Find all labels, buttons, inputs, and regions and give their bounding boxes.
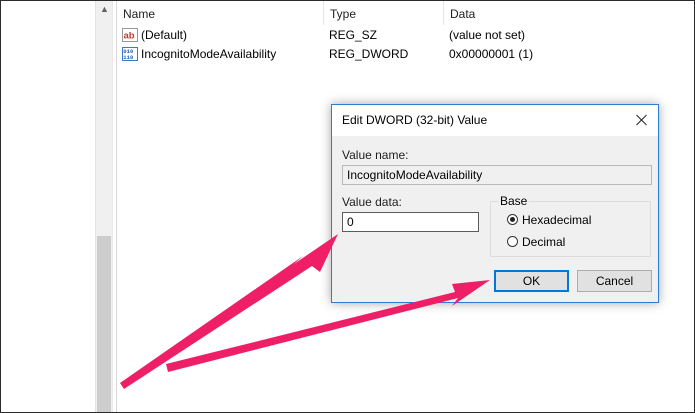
value-data-label: Value data: [342, 195, 402, 209]
binary-value-icon: 010 110 [122, 47, 138, 61]
base-groupbox [490, 201, 651, 257]
list-item[interactable]: 010 110 IncognitoModeAvailability REG_DW… [117, 45, 695, 64]
value-data: 0x00000001 (1) [449, 47, 534, 61]
tree-vertical-scrollbar[interactable]: ▲ [95, 0, 112, 413]
dialog-title: Edit DWORD (32-bit) Value [342, 113, 488, 127]
column-header-data[interactable]: Data [443, 0, 695, 25]
registry-tree-pane [0, 0, 95, 413]
scroll-up-arrow-icon[interactable]: ▲ [96, 4, 113, 14]
dialog-close-button[interactable] [626, 105, 658, 136]
column-header-name[interactable]: Name [117, 0, 323, 25]
value-type: REG_SZ [329, 28, 378, 42]
svg-text:ab: ab [124, 31, 135, 42]
dialog-titlebar[interactable]: Edit DWORD (32-bit) Value [332, 105, 658, 136]
base-group-title: Base [498, 194, 530, 208]
string-value-icon: ab [122, 28, 138, 42]
edit-dword-dialog: Edit DWORD (32-bit) Value Value name: In… [331, 104, 659, 303]
column-header-type[interactable]: Type [323, 0, 443, 25]
radio-selected-icon[interactable] [507, 214, 518, 225]
cancel-button[interactable]: Cancel [577, 270, 652, 292]
value-name-field: IncognitoModeAvailability [342, 165, 652, 185]
ok-button[interactable]: OK [494, 270, 569, 292]
list-item[interactable]: ab (Default) REG_SZ (value not set) [117, 26, 695, 45]
scrollbar-thumb[interactable] [97, 236, 111, 413]
value-data-input[interactable]: 0 [342, 212, 479, 232]
value-name-label: Value name: [342, 148, 409, 162]
svg-text:110: 110 [123, 54, 134, 61]
value-name: (Default) [141, 28, 188, 42]
value-name: IncognitoModeAvailability [141, 47, 277, 61]
value-type: REG_DWORD [329, 47, 409, 61]
close-icon [636, 114, 647, 126]
list-header: Name Type Data [117, 0, 695, 25]
value-data: (value not set) [449, 28, 526, 42]
radio-unselected-icon[interactable] [507, 236, 518, 247]
